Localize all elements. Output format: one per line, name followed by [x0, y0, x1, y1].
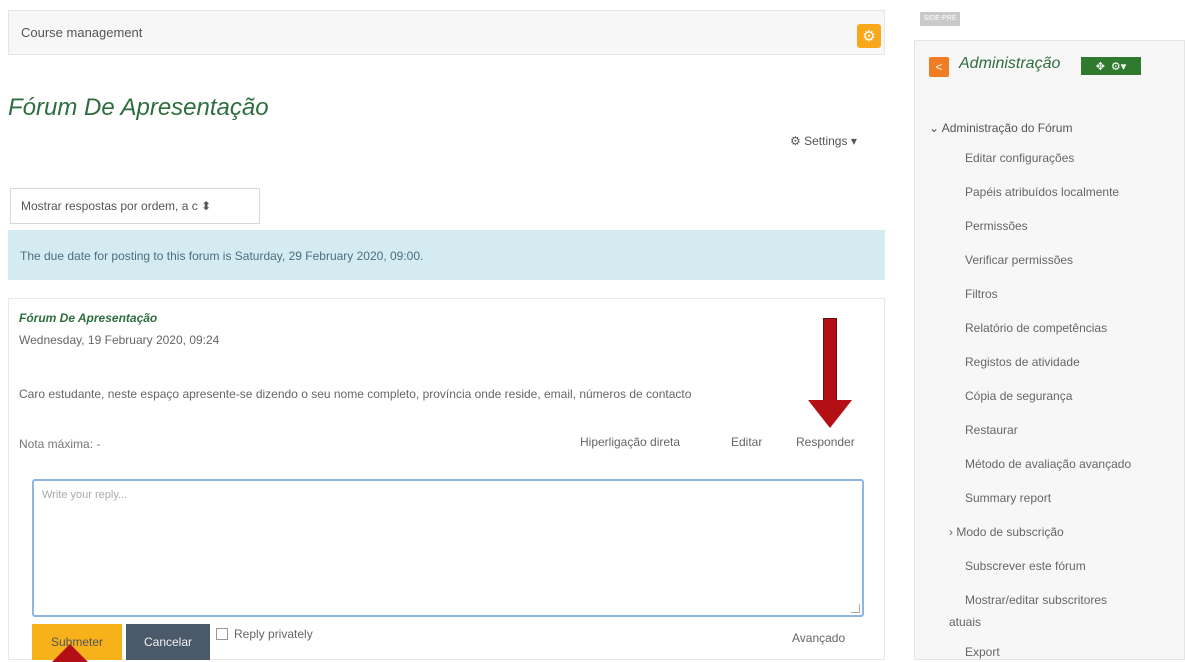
sidebar-item-copia[interactable]: Cópia de segurança	[965, 389, 1072, 403]
due-date-notice: The due date for posting to this forum i…	[8, 230, 885, 280]
chevron-down-icon: ⌄	[929, 121, 942, 135]
sidebar-item-mostrar-subscritores[interactable]: Mostrar/editar subscritores	[965, 593, 1107, 607]
sidebar-item-competencias[interactable]: Relatório de competências	[965, 321, 1107, 335]
reply-privately-label: Reply privately	[234, 627, 313, 641]
move-icon[interactable]: ✥	[1096, 60, 1105, 73]
edit-link[interactable]: Editar	[731, 435, 762, 449]
tree-root-label: Administração do Fórum	[941, 121, 1073, 135]
settings-menu[interactable]: ⚙ Settings ▾	[790, 134, 857, 148]
post-body: Caro estudante, neste espaço apresente-s…	[19, 387, 692, 401]
course-management-label: Course management	[21, 25, 143, 40]
sidebar-item-registos[interactable]: Registos de atividade	[965, 355, 1080, 369]
post-date: Wednesday, 19 February 2020, 09:24	[19, 333, 220, 347]
reply-privately-checkbox[interactable]	[216, 628, 228, 640]
gear-icon[interactable]: ⚙	[857, 24, 881, 48]
reply-link[interactable]: Responder	[796, 435, 855, 449]
settings-label: Settings	[804, 134, 848, 148]
page-title: Fórum De Apresentação	[8, 94, 269, 122]
sidebar-item-verificar-permissoes[interactable]: Verificar permissões	[965, 253, 1073, 267]
forum-post: Fórum De Apresentação Wednesday, 19 Febr…	[8, 298, 885, 660]
caret-down-icon: ▾	[850, 134, 857, 148]
sidebar-item-metodo-avaliacao[interactable]: Método de avaliação avançado	[965, 457, 1131, 471]
block-controls[interactable]: ✥ ⚙▾	[1081, 57, 1141, 75]
annotation-arrow-up-icon	[52, 644, 88, 662]
advanced-link[interactable]: Avançado	[792, 631, 845, 645]
reply-privately-option[interactable]: Reply privately	[216, 627, 313, 641]
modo-subscricao-label: Modo de subscrição	[956, 525, 1064, 539]
sidebar-item-subscrever[interactable]: Subscrever este fórum	[965, 559, 1086, 573]
course-management-bar: Course management ⚙	[8, 10, 885, 55]
reply-textarea[interactable]: Write your reply...	[32, 479, 864, 617]
sidebar-item-restaurar[interactable]: Restaurar	[965, 423, 1018, 437]
sort-select-value: Mostrar respostas por ordem, a c	[21, 199, 198, 213]
select-arrows-icon: ⬍	[201, 199, 212, 213]
annotation-arrow-down-icon	[808, 400, 852, 428]
side-pre-tag: SIDE-PRE	[920, 12, 960, 26]
gear-icon[interactable]: ⚙▾	[1111, 60, 1126, 73]
due-date-text: The due date for posting to this forum i…	[20, 249, 424, 263]
sidebar-item-papeis[interactable]: Papéis atribuídos localmente	[965, 185, 1119, 199]
sidebar-item-filtros[interactable]: Filtros	[965, 287, 998, 301]
post-title: Fórum De Apresentação	[19, 311, 158, 325]
sidebar-item-atuais[interactable]: atuais	[949, 615, 981, 629]
post-grade: Nota máxima: -	[19, 437, 101, 451]
permalink-link[interactable]: Hiperligação direta	[580, 435, 680, 449]
resize-handle[interactable]	[851, 604, 860, 613]
sort-select[interactable]: Mostrar respostas por ordem, a c ⬍	[10, 188, 260, 224]
share-icon: <	[929, 57, 949, 77]
annotation-arrow-shaft	[823, 318, 837, 402]
sidebar-item-export[interactable]: Export	[965, 645, 1000, 659]
tree-root[interactable]: ⌄ Administração do Fórum	[929, 121, 1072, 135]
sidebar-item-summary-report[interactable]: Summary report	[965, 491, 1051, 505]
sidebar-item-permissoes[interactable]: Permissões	[965, 219, 1028, 233]
administration-title: Administração	[959, 55, 1061, 72]
reply-placeholder: Write your reply...	[42, 489, 128, 501]
sidebar-item-modo-subscricao[interactable]: › Modo de subscrição	[949, 525, 1064, 539]
administration-block: < Administração ✥ ⚙▾ ⌄ Administração do …	[914, 40, 1185, 660]
cancel-button[interactable]: Cancelar	[126, 624, 210, 660]
sidebar-item-editar-configuracoes[interactable]: Editar configurações	[965, 151, 1074, 165]
gear-icon: ⚙	[790, 134, 801, 148]
